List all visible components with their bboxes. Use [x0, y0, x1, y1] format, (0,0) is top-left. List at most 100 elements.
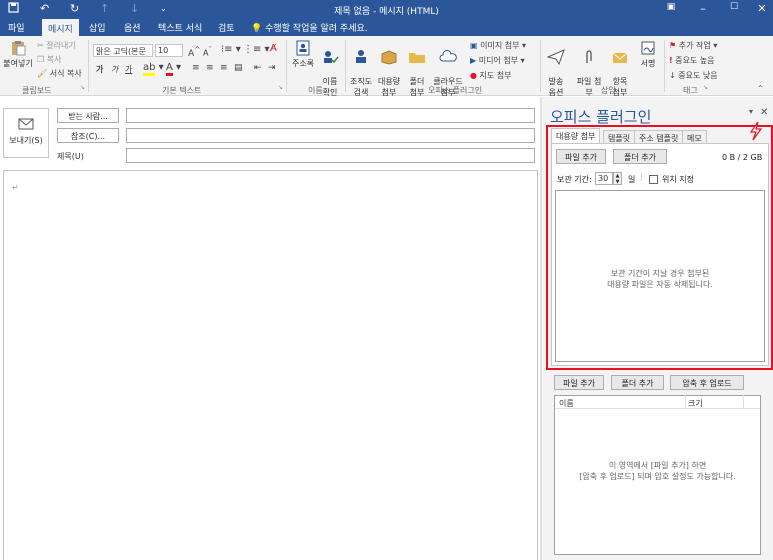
tags-launcher-icon[interactable]: ↘: [703, 84, 708, 91]
image-attach-button[interactable]: ▣ 이미지 첨부 ▾: [470, 40, 526, 51]
send-options-label: 발송 옵션: [548, 77, 564, 97]
media-attach-button[interactable]: ▶ 미디어 첨부 ▾: [470, 55, 525, 66]
tab-options[interactable]: 옵션: [124, 21, 141, 34]
cloud-icon: [439, 50, 457, 62]
retention-unit: 일: [628, 175, 636, 184]
column-name[interactable]: 이름: [559, 398, 574, 409]
low-importance-button[interactable]: ↓ 중요도 낮음: [669, 70, 718, 81]
increase-indent-icon[interactable]: ⇥: [268, 63, 276, 73]
bold-button[interactable]: 가: [96, 64, 103, 75]
file-list[interactable]: 이름 크기 이 영역에서 [파일 추가] 하면 [압축 후 업로드] 되며 암호…: [554, 395, 761, 555]
cut-label: 잘라내기: [46, 41, 76, 50]
group-separator: [286, 40, 287, 92]
ribbon-tab-bar: 파일 메시지 삽입 옵션 텍스트 서식 검토 💡 수행할 작업을 알려 주세요.: [0, 18, 773, 36]
tab-message[interactable]: 메시지: [42, 19, 79, 36]
retention-value: 30: [598, 174, 609, 183]
follow-up-button[interactable]: ⚑ 추가 작업 ▾: [669, 40, 717, 51]
pane-close-icon[interactable]: ✕: [760, 107, 768, 118]
add-file-button[interactable]: 파일 추가: [556, 149, 606, 164]
cut-button[interactable]: ✂ 잘라내기: [37, 40, 76, 51]
add-file-button-2[interactable]: 파일 추가: [554, 375, 604, 390]
map-pin-icon: ●: [470, 71, 477, 80]
address-book-label: 주소록: [291, 59, 315, 68]
column-divider: [685, 395, 686, 408]
clear-formatting-icon[interactable]: A̸: [270, 43, 277, 54]
address-book-button[interactable]: 주소록: [290, 40, 316, 69]
signature-button[interactable]: 서명: [636, 40, 660, 69]
maximize-icon[interactable]: ☐: [724, 2, 744, 12]
tab-large-attachment[interactable]: 대용량 첨부: [551, 128, 601, 144]
copy-button[interactable]: ❐ 복사: [37, 54, 61, 65]
low-importance-label: 중요도 낮음: [678, 71, 718, 80]
large-attachment-dropzone[interactable]: 보관 기간이 지날 경우 첨부된 대용량 파일은 자동 삭제됩니다.: [555, 190, 765, 362]
send-options-button[interactable]: 발송 옵션: [543, 40, 569, 98]
tab-review[interactable]: 검토: [218, 21, 235, 34]
attach-file-label: 파일 첨 부: [576, 77, 602, 97]
font-color-icon[interactable]: A ▾: [166, 62, 181, 76]
tab-template[interactable]: 템플릿: [603, 130, 636, 144]
decrease-indent-icon[interactable]: ⇤: [254, 63, 262, 73]
group-label-basic-text: 기본 텍스트: [162, 86, 202, 95]
check-names-icon: [324, 51, 339, 64]
lightning-icon: [748, 121, 764, 144]
numbering-icon[interactable]: ⋮≡ ▾: [243, 44, 270, 55]
highlight-color-icon[interactable]: ab ▾: [143, 62, 164, 76]
send-button[interactable]: 보내기(S): [3, 108, 49, 158]
tab-address-template[interactable]: 주소 템플릿: [634, 130, 684, 144]
cc-field[interactable]: [126, 128, 535, 143]
cc-button[interactable]: 참조(C)...: [57, 128, 119, 143]
clipboard-launcher-icon[interactable]: ↘: [80, 84, 85, 91]
to-button[interactable]: 받는 사람...: [57, 108, 119, 123]
basic-text-launcher-icon[interactable]: ↘: [278, 84, 283, 91]
bullets-icon[interactable]: ⁝≡ ▾: [221, 44, 241, 55]
window-title: 제목 없음 - 메시지 (HTML): [334, 7, 439, 17]
collapse-ribbon-icon[interactable]: ⌃: [757, 84, 764, 93]
attach-file-button[interactable]: 파일 첨 부: [574, 40, 604, 98]
column-size[interactable]: 크기: [688, 398, 703, 409]
format-painter-button[interactable]: 🖌 서식 복사: [37, 68, 82, 79]
to-field[interactable]: [126, 108, 535, 123]
compress-upload-button[interactable]: 압축 후 업로드: [670, 375, 744, 390]
folder-attach-label: 폴더 첨부: [409, 77, 425, 97]
send-label: 보내기(S): [9, 136, 43, 145]
tell-me-box[interactable]: 💡 수행할 작업을 알려 주세요.: [251, 21, 368, 34]
tab-memo[interactable]: 메모: [682, 130, 707, 144]
subject-field[interactable]: [126, 148, 535, 163]
align-left-icon[interactable]: ≡: [192, 63, 200, 73]
play-icon: ▶: [470, 56, 477, 65]
add-folder-button[interactable]: 폴더 추가: [613, 149, 667, 164]
retention-spinner[interactable]: ▲ ▼: [613, 172, 622, 185]
shrink-font-icon[interactable]: Aˇ: [203, 46, 212, 58]
ribbon-display-icon[interactable]: ▣: [661, 2, 681, 12]
grow-font-icon[interactable]: A^: [188, 45, 200, 59]
align-right-icon[interactable]: ≡: [220, 63, 228, 73]
font-size-combo[interactable]: 10: [155, 44, 183, 57]
org-search-label: 조직도 검색: [349, 77, 373, 97]
lightbulb-icon: 💡: [251, 24, 263, 34]
paste-button[interactable]: 붙여넣기: [2, 40, 34, 69]
folder-icon: [409, 53, 425, 63]
message-body[interactable]: ↵: [3, 170, 538, 560]
org-search-button[interactable]: 조직도 검색: [348, 40, 374, 98]
retention-input[interactable]: 30: [595, 172, 613, 185]
italic-button[interactable]: 가: [111, 64, 118, 75]
tab-insert[interactable]: 삽입: [89, 21, 106, 34]
add-folder-button-2[interactable]: 폴더 추가: [611, 375, 664, 390]
location-checkbox[interactable]: [649, 175, 658, 184]
align-center-icon[interactable]: ≡: [206, 63, 214, 73]
high-importance-button[interactable]: ! 중요도 높음: [669, 55, 715, 66]
map-attach-button[interactable]: ● 지도 첨부: [470, 70, 512, 81]
minimize-icon[interactable]: –: [693, 2, 713, 15]
folder-attach-button[interactable]: 폴더 첨부: [404, 40, 430, 98]
tab-format-text[interactable]: 텍스트 서식: [158, 21, 202, 34]
tab-file[interactable]: 파일: [8, 21, 25, 34]
large-attach-button[interactable]: 대용량 첨부: [376, 40, 402, 98]
justify-icon[interactable]: ▤: [234, 63, 243, 73]
exclamation-icon: !: [669, 56, 673, 65]
pane-options-icon[interactable]: ▾: [749, 107, 753, 116]
underline-button[interactable]: 가: [125, 64, 132, 75]
font-name-combo[interactable]: 맑은 고딕(본문: [93, 44, 153, 57]
group-separator: [345, 40, 346, 92]
close-icon[interactable]: ✕: [752, 2, 772, 15]
subject-label: 제목(U): [57, 152, 84, 161]
